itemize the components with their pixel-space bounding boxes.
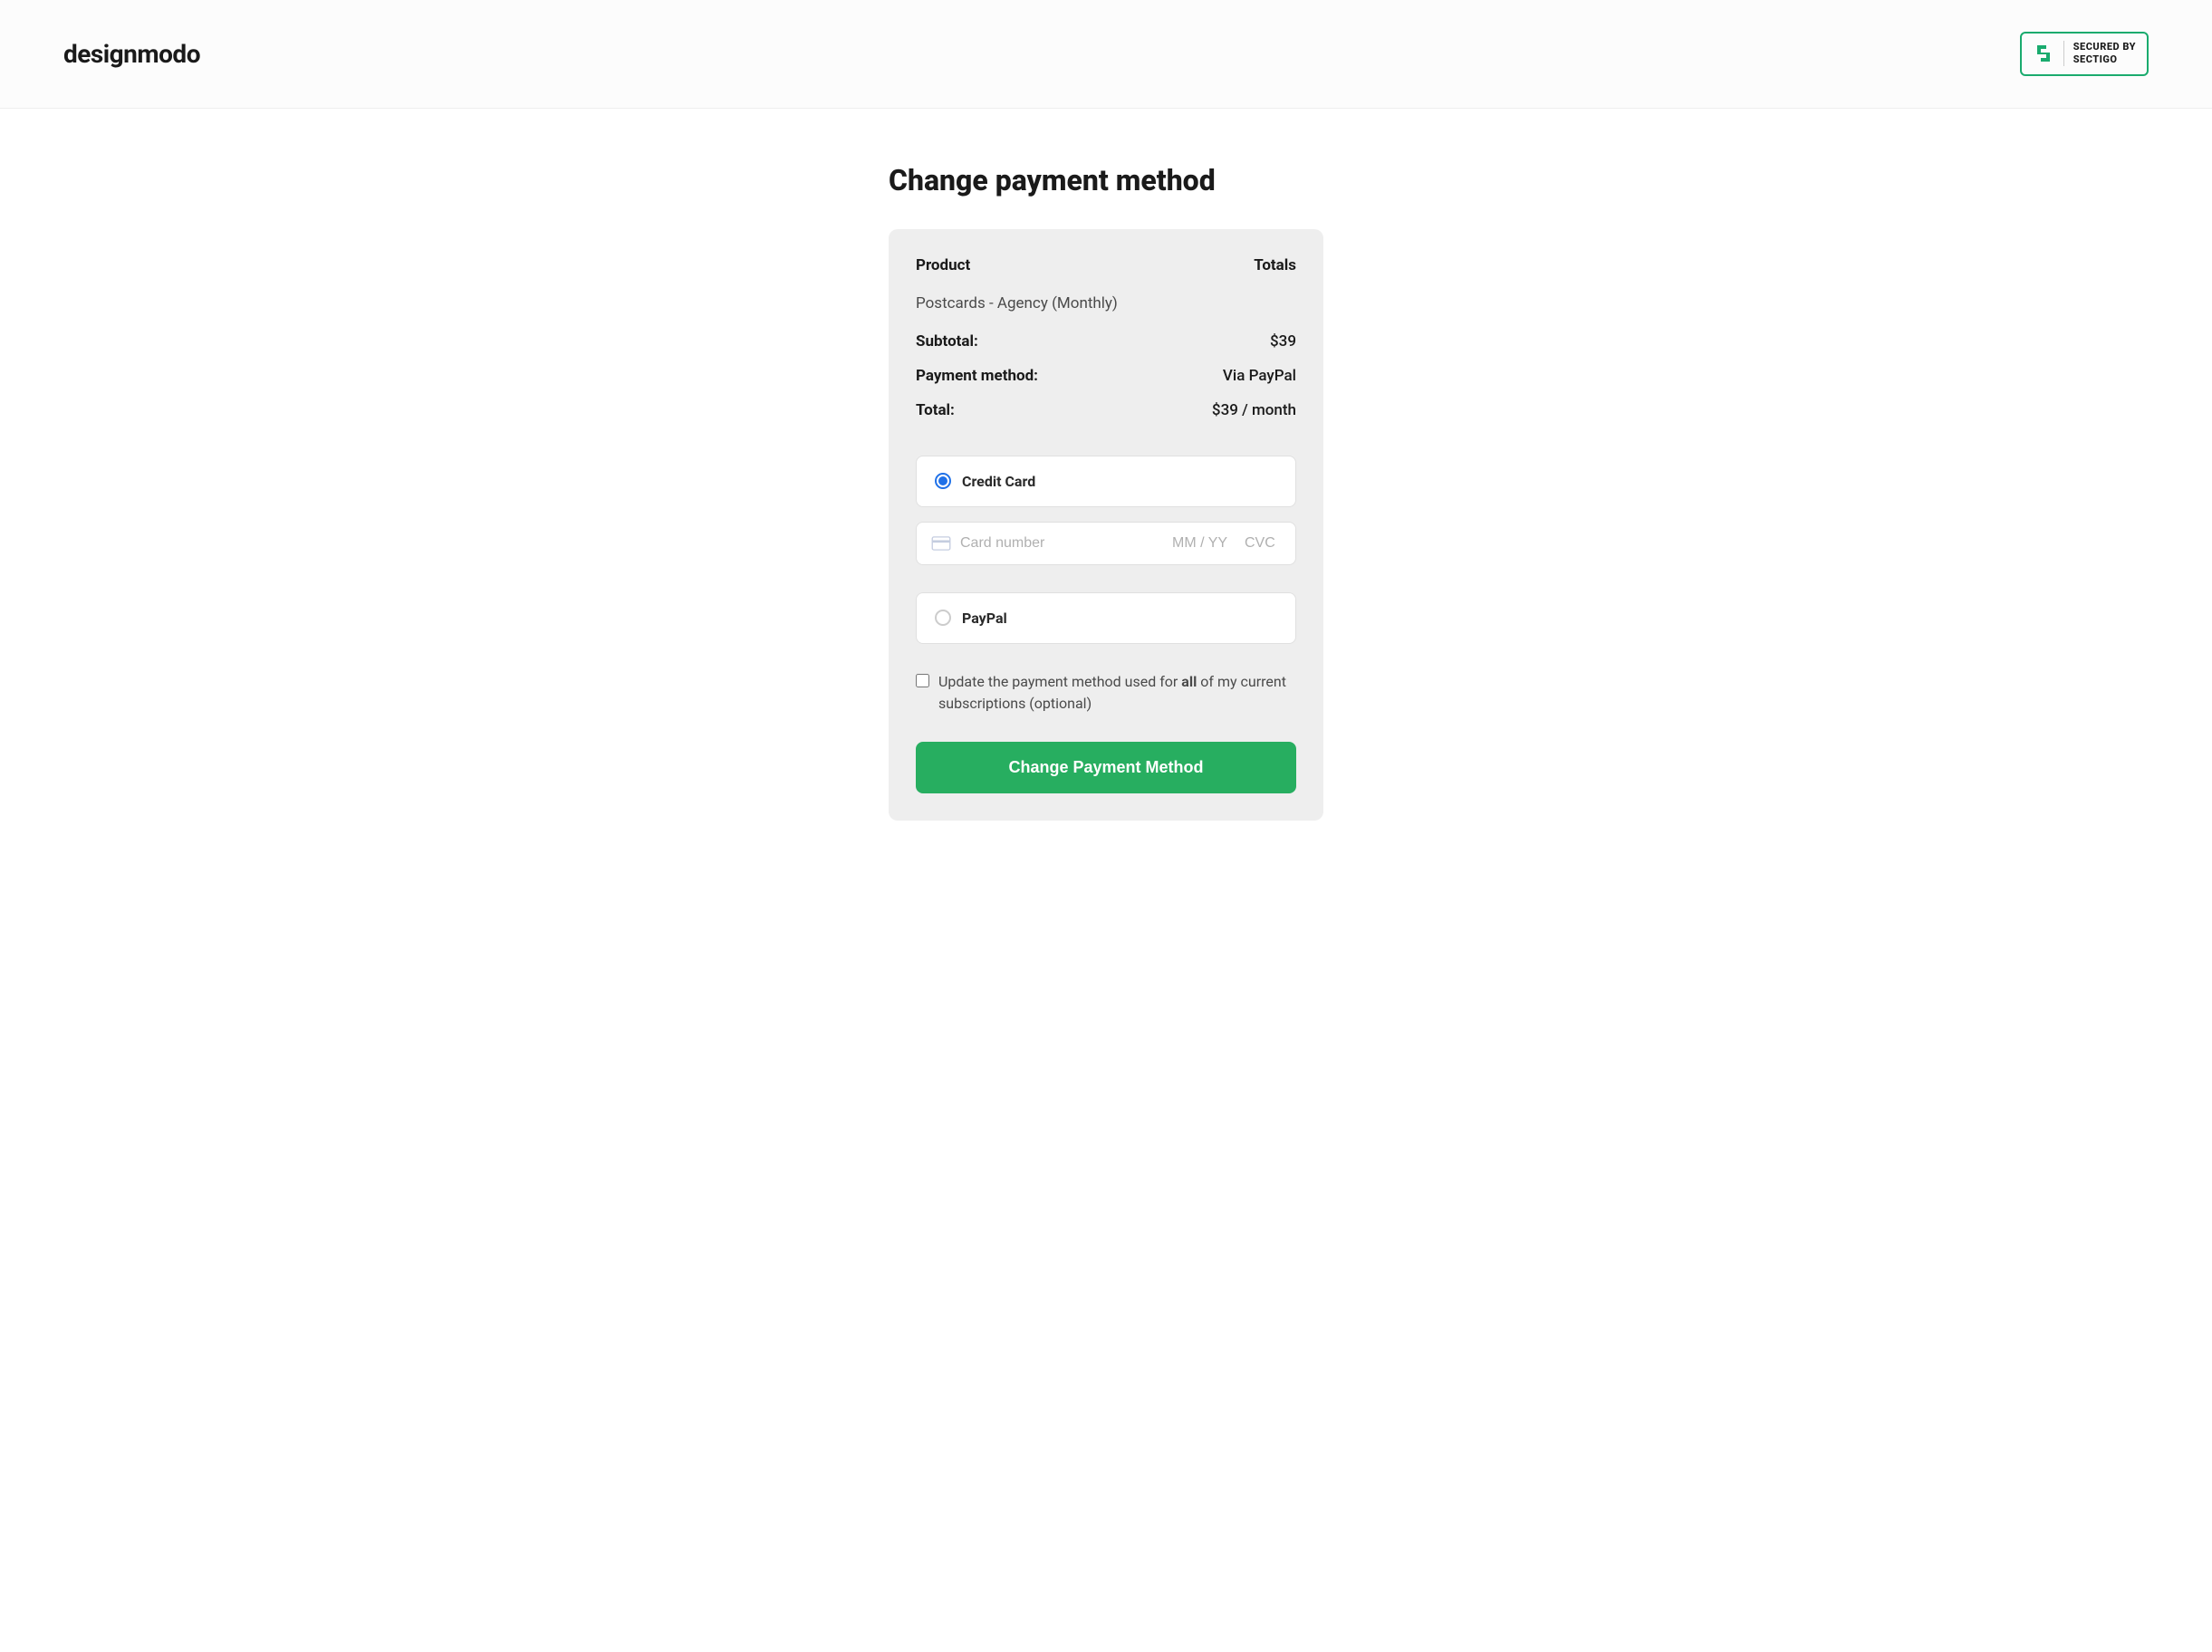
product-name: Postcards - Agency (Monthly)	[916, 294, 1296, 312]
paypal-label: PayPal	[962, 610, 1007, 627]
payment-options: Credit Card PayPal Update the payment me…	[916, 456, 1296, 793]
payment-card: Product Totals Postcards - Agency (Month…	[889, 229, 1323, 821]
total-value: $39 / month	[1212, 401, 1296, 419]
sectigo-icon	[2033, 43, 2054, 64]
payment-method-label: Payment method:	[916, 367, 1038, 385]
total-row: Total: $39 / month	[916, 401, 1296, 419]
update-all-label[interactable]: Update the payment method used for all o…	[938, 671, 1296, 715]
checkbox-bold: all	[1181, 673, 1197, 690]
update-all-checkbox[interactable]	[916, 674, 929, 687]
checkbox-prefix: Update the payment method used for	[938, 673, 1181, 690]
subtotal-row: Subtotal: $39	[916, 332, 1296, 351]
total-label: Total:	[916, 401, 955, 419]
payment-method-value: Via PayPal	[1223, 367, 1296, 385]
update-all-checkbox-row: Update the payment method used for all o…	[916, 671, 1296, 715]
card-icon	[931, 536, 951, 551]
card-number-input[interactable]	[960, 535, 1163, 552]
badge-line2: SECTIGO	[2073, 53, 2136, 66]
badge-line1: SECURED BY	[2073, 41, 2136, 53]
sectigo-badge: SECURED BY SECTIGO	[2020, 32, 2149, 76]
payment-method-row: Payment method: Via PayPal	[916, 367, 1296, 385]
logo[interactable]: designmodo	[63, 39, 200, 69]
card-expiry-input[interactable]	[1172, 535, 1236, 552]
page-title: Change payment method	[889, 163, 1323, 197]
subtotal-label: Subtotal:	[916, 332, 978, 351]
sectigo-text: SECURED BY SECTIGO	[2073, 41, 2136, 67]
product-header: Product	[916, 256, 970, 274]
radio-selected-icon	[935, 473, 951, 489]
paypal-option[interactable]: PayPal	[916, 592, 1296, 644]
main-content: Change payment method Product Totals Pos…	[870, 163, 1342, 821]
totals-header: Totals	[1254, 256, 1296, 274]
change-payment-method-button[interactable]: Change Payment Method	[916, 742, 1296, 793]
summary-header-row: Product Totals	[916, 256, 1296, 274]
card-input-row	[916, 522, 1296, 565]
card-cvc-input[interactable]	[1245, 535, 1281, 552]
divider	[2063, 41, 2064, 66]
header: designmodo SECURED BY SECTIGO	[0, 0, 2212, 109]
credit-card-label: Credit Card	[962, 473, 1035, 490]
credit-card-option[interactable]: Credit Card	[916, 456, 1296, 507]
subtotal-value: $39	[1270, 332, 1296, 351]
radio-unselected-icon	[935, 610, 951, 626]
